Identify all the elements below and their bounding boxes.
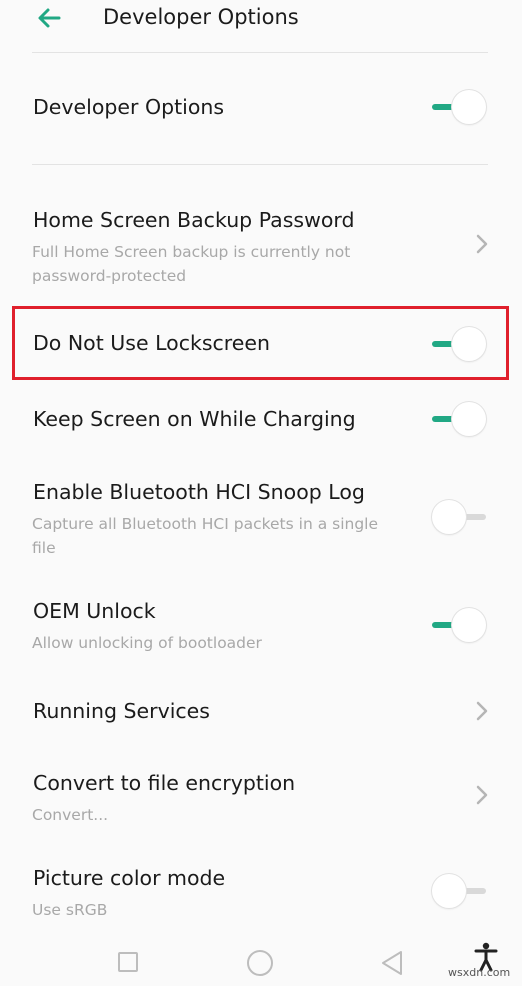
back-arrow-icon[interactable] [36,5,62,31]
setting-title: Keep Screen on While Charging [33,407,356,431]
setting-subtitle: Use sRGB [32,901,108,919]
bluetooth-hci-snoop-log-toggle[interactable] [430,498,490,536]
setting-developer-options[interactable]: Developer Options [0,80,522,136]
watermark-text: wsxdn.com [448,966,511,979]
home-circle-icon[interactable] [246,949,274,977]
setting-home-screen-backup-password[interactable]: Home Screen Backup Password Full Home Sc… [0,195,522,291]
chevron-right-icon [476,234,488,254]
divider [32,52,488,53]
setting-title: Convert to file encryption [33,771,296,795]
setting-title: Home Screen Backup Password [33,208,355,232]
developer-options-toggle[interactable] [430,88,490,126]
setting-running-services[interactable]: Running Services [0,684,522,740]
system-navigation-bar [0,934,522,986]
setting-keep-screen-on-while-charging[interactable]: Keep Screen on While Charging [0,392,522,448]
highlight-box [12,306,509,380]
setting-title: Running Services [33,699,210,723]
setting-convert-to-file-encryption[interactable]: Convert to file encryption Convert... [0,758,522,834]
back-triangle-icon[interactable] [380,950,404,976]
chevron-right-icon [476,701,488,721]
setting-subtitle: Allow unlocking of bootloader [32,634,262,652]
chevron-right-icon [476,785,488,805]
oem-unlock-toggle[interactable] [430,606,490,644]
setting-subtitle: Convert... [32,806,109,824]
divider [32,164,488,165]
page-title: Developer Options [103,5,299,29]
recents-square-icon[interactable] [118,952,138,972]
setting-picture-color-mode[interactable]: Picture color mode Use sRGB [0,853,522,929]
app-header: Developer Options [0,0,522,52]
setting-title: OEM Unlock [33,599,156,623]
setting-title: Picture color mode [33,866,226,890]
setting-oem-unlock[interactable]: OEM Unlock Allow unlocking of bootloader [0,586,522,662]
setting-title: Enable Bluetooth HCI Snoop Log [33,480,365,504]
setting-enable-bluetooth-hci-snoop-log[interactable]: Enable Bluetooth HCI Snoop Log Capture a… [0,466,522,566]
setting-subtitle: Full Home Screen backup is currently not… [32,243,351,285]
picture-color-mode-toggle[interactable] [430,872,490,910]
setting-subtitle: Capture all Bluetooth HCI packets in a s… [32,515,379,557]
keep-screen-on-toggle[interactable] [430,400,490,438]
setting-title: Developer Options [33,95,225,119]
